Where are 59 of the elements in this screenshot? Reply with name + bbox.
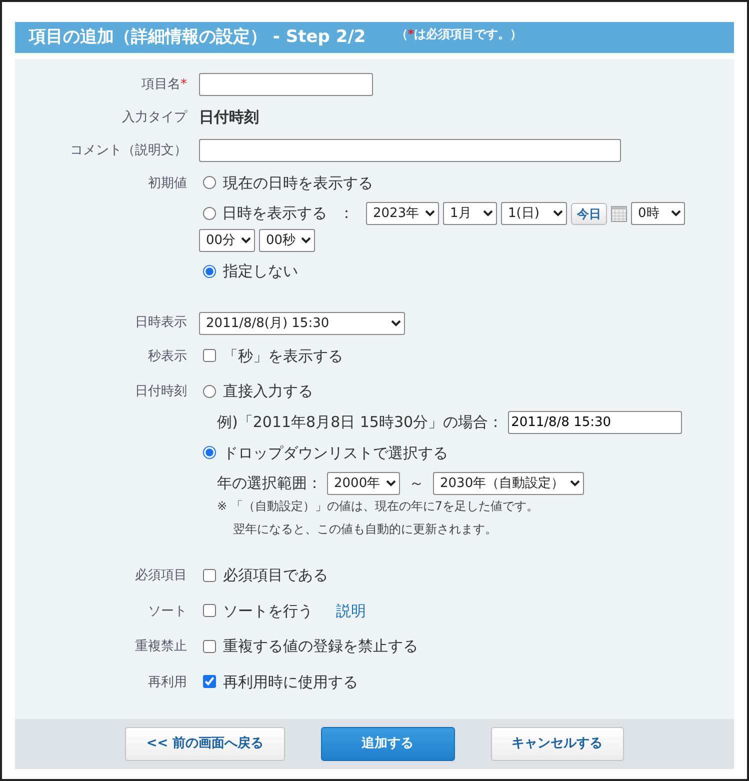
field-label: 必須項目 (134, 567, 188, 585)
field-label: 初期値 (147, 174, 188, 192)
checkbox-label: ソートを行う (223, 600, 313, 622)
radio-button[interactable] (203, 446, 216, 460)
field-label: コメント（説明文） (69, 142, 188, 160)
required-note: （*は必須項目です。） (396, 26, 522, 42)
radio-button[interactable] (203, 384, 216, 398)
range-label: 年の選択範囲： (217, 473, 322, 494)
note-text: ※ 「（自動設定）」の値は、現在の年に7を足した値です。 (216, 498, 540, 515)
field-label: 項目名* (140, 76, 188, 94)
help-link[interactable]: 説明 (336, 600, 366, 622)
date-select[interactable]: 1(日) (501, 202, 567, 225)
checkbox[interactable] (203, 568, 216, 582)
footer-button[interactable]: キャンセルする (490, 727, 624, 761)
time-select[interactable]: 0時 (631, 202, 685, 225)
time-select[interactable]: 00秒 (259, 229, 315, 252)
field-label: 再利用 (147, 674, 188, 692)
checkbox[interactable] (203, 604, 216, 618)
radio-label: 日時を表示する (222, 203, 327, 224)
checkbox[interactable] (203, 675, 216, 688)
checkbox-label: 再利用時に使用する (223, 672, 358, 692)
radio-label: 指定しない (223, 261, 298, 282)
today-button[interactable]: 今日 (571, 202, 607, 224)
radio-label: 直接入力する (223, 381, 313, 402)
date-select[interactable]: 1月 (443, 202, 497, 225)
example-field[interactable]: 2011/8/8 15:30 (508, 410, 682, 434)
checkbox-label: 重複する値の登録を禁止する (223, 636, 418, 657)
year-from-select[interactable]: 2000年 (327, 472, 400, 495)
page-title: 項目の追加（詳細情報の設定） - Step 2/2 (29, 26, 366, 49)
time-select[interactable]: 00分 (199, 229, 255, 252)
radio-button[interactable] (203, 264, 216, 278)
field-label: 入力タイプ (121, 109, 188, 127)
radio-label: 現在の日時を表示する (223, 172, 373, 194)
calendar-icon[interactable] (611, 206, 627, 222)
note-text: 翌年になると、この値も自動的に更新されます。 (232, 521, 498, 538)
field-label: 重複禁止 (134, 638, 188, 656)
add-button[interactable]: 追加する (320, 727, 455, 761)
footer-button[interactable]: << 前の画面へ戻る (125, 727, 285, 761)
checkbox[interactable] (203, 349, 216, 362)
example-text: 例)「2011年8月8日 15時30分」の場合： (217, 412, 504, 433)
field-label: 日時表示 (134, 314, 188, 332)
radio-button[interactable] (203, 176, 216, 190)
year-to-select[interactable]: 2030年（自動設定） (433, 472, 584, 495)
radio-button[interactable] (203, 207, 216, 220)
checkbox[interactable] (203, 640, 216, 653)
field-value: 日付時刻 (199, 108, 259, 126)
checkbox-label: 必須項目である (223, 565, 328, 586)
radio-label: ドロップダウンリストで選択する (223, 442, 448, 464)
date-select[interactable]: 2023年 (366, 202, 439, 225)
field-label: 日付時刻 (134, 383, 188, 401)
comment-field[interactable] (199, 138, 621, 162)
field-label: 秒表示 (147, 348, 188, 366)
display-format-select[interactable]: 2011/8/8(月) 15:30 (199, 312, 405, 334)
required-mark: * (180, 77, 187, 92)
text-field[interactable] (199, 73, 373, 96)
field-label: ソート (147, 602, 188, 620)
colon: ： (339, 203, 354, 224)
range-separator: ～ (409, 473, 424, 494)
checkbox-label: 「秒」を表示する (223, 346, 343, 366)
